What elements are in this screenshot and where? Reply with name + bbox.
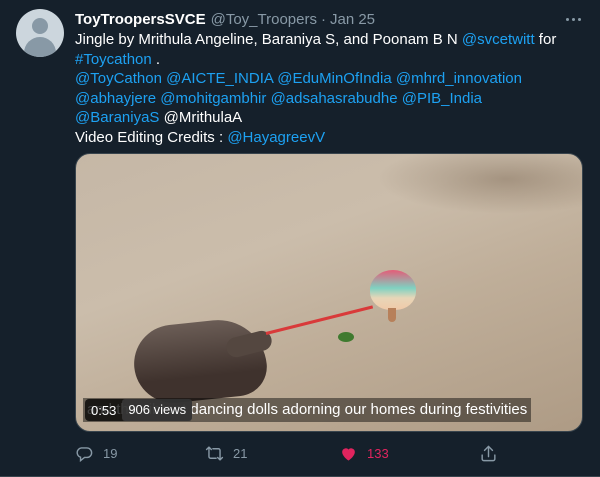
more-icon[interactable] — [562, 9, 584, 29]
tweet-text: Jingle by Mrithula Angeline, Baraniya S,… — [75, 30, 585, 148]
tweet-text-segment: Jingle by Mrithula Angeline, Baraniya S,… — [75, 31, 462, 48]
mention-link[interactable]: @HayagreevV — [227, 129, 325, 146]
tweet-text-segment: for — [534, 31, 557, 48]
mention-link[interactable]: @mohitgambhir — [160, 90, 266, 107]
mention-link[interactable]: #Toycathon — [75, 51, 152, 68]
reply-count: 19 — [103, 445, 118, 461]
video-frame-leaf — [338, 332, 354, 342]
like-count: 133 — [367, 445, 389, 461]
tweet-text-line: @BaraniyaS @MrithulaA — [75, 108, 585, 128]
video-views: 906 views — [122, 399, 193, 421]
avatar[interactable] — [16, 9, 64, 57]
video-frame-spinning-top — [368, 270, 418, 324]
reply-icon — [76, 446, 93, 462]
video-frame-hand — [130, 315, 270, 407]
video-frame-string — [265, 305, 374, 335]
video-caption-area: and the vibrant dancing dolls adorning o… — [83, 398, 532, 422]
separator-dot: · — [320, 10, 326, 28]
retweet-count: 21 — [233, 445, 248, 461]
video-player[interactable]: and the vibrant dancing dolls adorning o… — [75, 153, 583, 432]
tweet-text-line: @ToyCathon @AICTE_INDIA @EduMinOfIndia @… — [75, 69, 585, 89]
mention-link[interactable]: @EduMinOfIndia — [277, 70, 391, 87]
mention-link[interactable]: @AICTE_INDIA — [166, 70, 273, 87]
avatar-placeholder-body — [24, 37, 56, 57]
mention-link[interactable]: @abhayjere — [75, 90, 156, 107]
share-button[interactable] — [479, 441, 507, 465]
tweet-text-segment: Video Editing Credits : — [75, 128, 228, 146]
tweet-text-line: #Toycathon . — [75, 50, 585, 70]
mention-link[interactable]: @PIB_India — [402, 90, 482, 107]
share-icon — [481, 445, 496, 461]
tweet-text-line: Jingle by Mrithula Angeline, Baraniya S,… — [75, 30, 585, 50]
user-handle[interactable]: @Toy_Troopers — [211, 11, 317, 28]
retweet-icon — [205, 445, 224, 461]
mention-link[interactable]: @adsahasrabudhe — [271, 90, 398, 107]
avatar-placeholder-icon — [32, 18, 48, 34]
tweet-text-line: @abhayjere @mohitgambhir @adsahasrabudhe… — [75, 89, 585, 109]
display-name[interactable]: ToyTroopersSVCE — [75, 11, 206, 28]
like-icon — [342, 447, 355, 461]
tweet-text-segment: . — [151, 50, 161, 68]
tweet-date[interactable]: Jan 25 — [330, 11, 375, 28]
video-frame-shadow — [376, 154, 582, 214]
reply-button[interactable]: 19 — [75, 441, 117, 465]
tweet-header: ToyTroopersSVCE @Toy_Troopers · Jan 25 — [75, 9, 375, 29]
tweet-actions: 19 21 133 — [75, 441, 585, 465]
like-button[interactable]: 133 — [339, 441, 389, 465]
retweet-button[interactable]: 21 — [205, 441, 247, 465]
video-time: 0:53 — [91, 402, 117, 418]
tweet-card[interactable]: ToyTroopersSVCE @Toy_Troopers · Jan 25 J… — [0, 0, 600, 477]
tweet-text-segment: @MrithulaA — [159, 109, 243, 127]
mention-link[interactable]: @svcetwitt — [462, 31, 535, 48]
tweet-text-line: Video Editing Credits : @HayagreevV — [75, 128, 585, 148]
mention-link[interactable]: @ToyCathon — [75, 70, 162, 87]
mention-link[interactable]: @BaraniyaS — [75, 109, 159, 126]
mention-link[interactable]: @mhrd_innovation — [396, 70, 522, 87]
video-info-pill: 0:53 906 views — [85, 399, 193, 421]
